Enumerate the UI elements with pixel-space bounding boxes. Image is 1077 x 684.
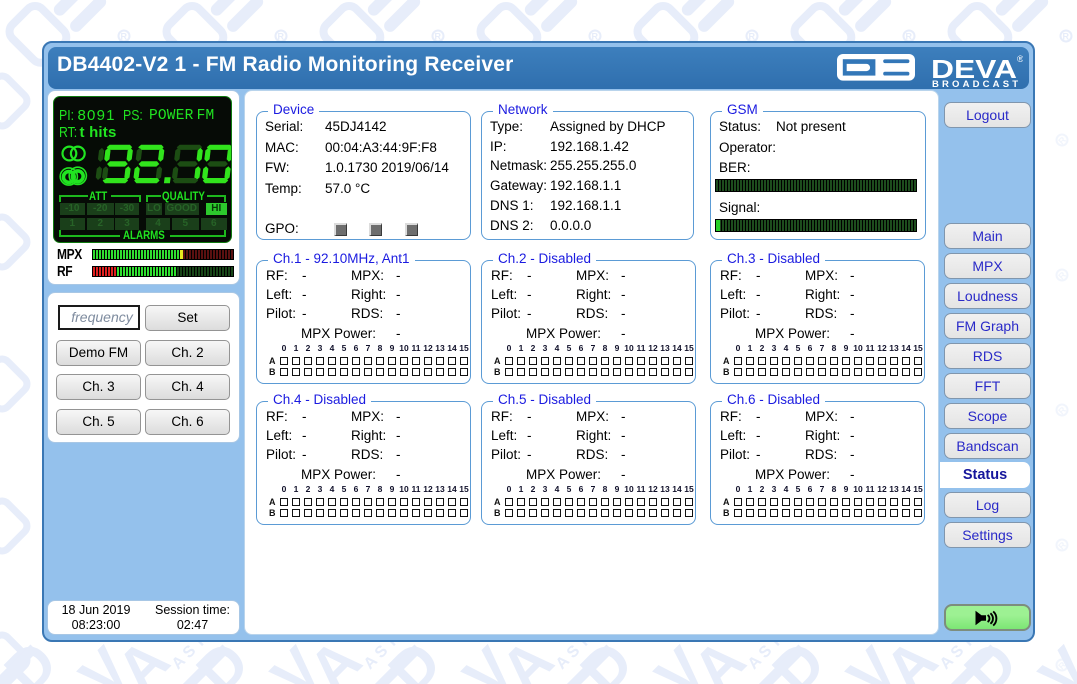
svg-text:®: ® bbox=[1017, 54, 1023, 64]
svg-text:BROADCAST: BROADCAST bbox=[932, 79, 1018, 88]
